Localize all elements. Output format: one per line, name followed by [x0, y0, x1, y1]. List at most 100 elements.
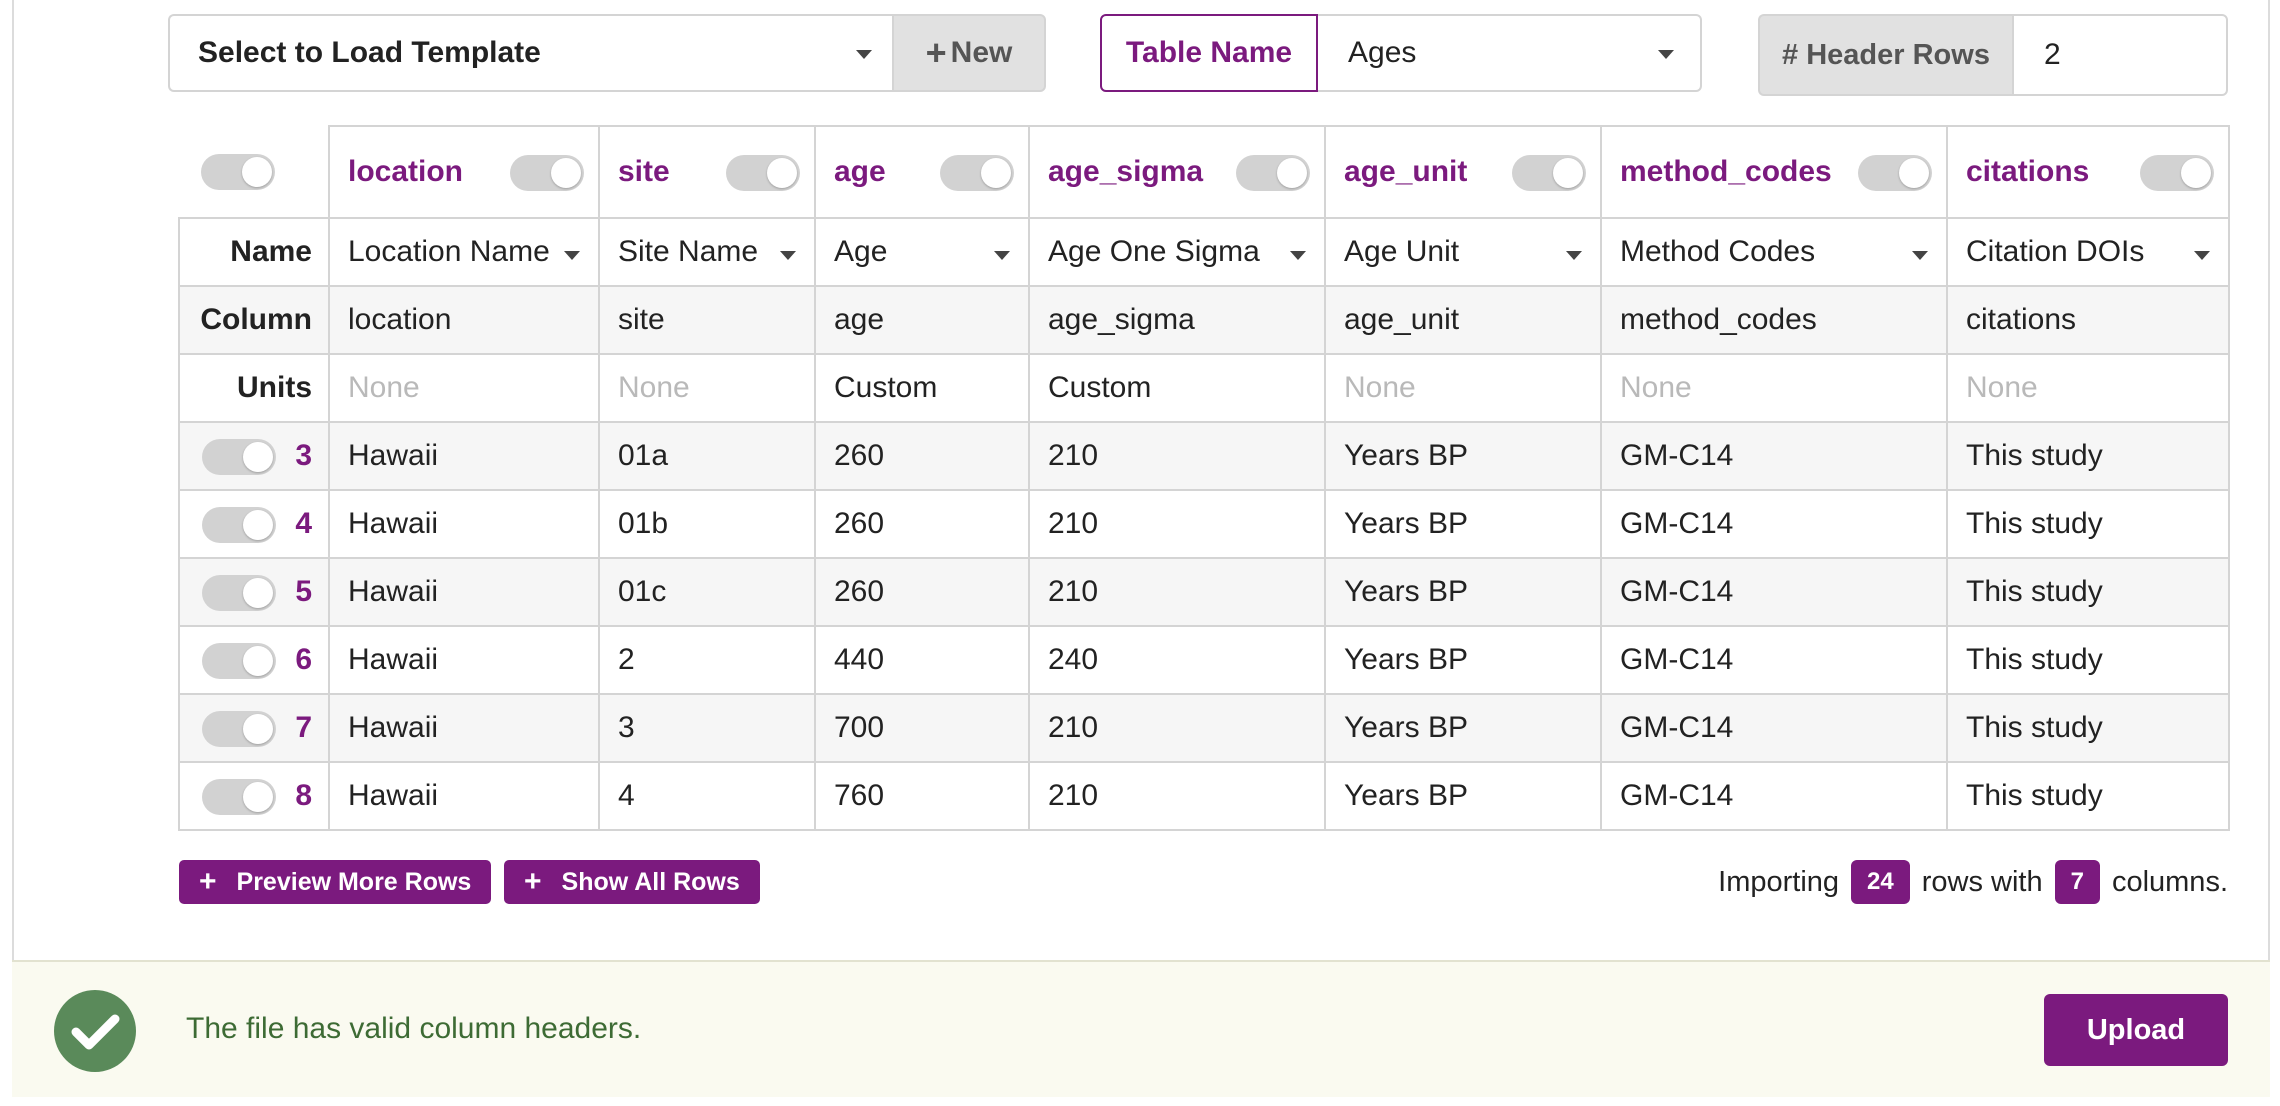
- name-select-value: Method Codes: [1620, 235, 1816, 268]
- units-cell[interactable]: Custom: [1028, 353, 1326, 423]
- name-select-value: Age: [834, 235, 888, 268]
- units-cell[interactable]: None: [1324, 353, 1602, 423]
- column-toggle-citations[interactable]: [2140, 155, 2214, 191]
- row-index-cell: 6: [178, 625, 330, 695]
- units-cell[interactable]: None: [1600, 353, 1948, 423]
- table-cell: Hawaii: [328, 625, 600, 695]
- column-header-label: method_codes: [1620, 155, 1832, 188]
- table-cell: 440: [814, 625, 1030, 695]
- table-cell: Years BP: [1324, 489, 1602, 559]
- column-cell: site: [598, 285, 816, 355]
- column-header-age-sigma: age_sigma: [1028, 125, 1326, 219]
- validation-message: The file has valid column headers.: [186, 1012, 642, 1045]
- column-toggle-age-unit[interactable]: [1512, 155, 1586, 191]
- toggle-all-switch[interactable]: [201, 154, 275, 190]
- table-name-select[interactable]: Ages: [1318, 14, 1702, 92]
- template-select-label: Select to Load Template: [198, 36, 541, 69]
- units-cell[interactable]: Custom: [814, 353, 1030, 423]
- row-index-cell: 5: [178, 557, 330, 627]
- table-cell: Hawaii: [328, 421, 600, 491]
- name-select-value: Site Name: [618, 235, 759, 268]
- column-header-method-codes: method_codes: [1600, 125, 1948, 219]
- column-cell: age_unit: [1324, 285, 1602, 355]
- preview-more-rows-button[interactable]: + Preview More Rows: [179, 860, 492, 904]
- chevron-down-icon: [1566, 251, 1582, 260]
- name-select-age[interactable]: Age: [814, 217, 1030, 287]
- column-header-label: age: [834, 155, 886, 188]
- column-toggle-age-sigma[interactable]: [1236, 155, 1310, 191]
- row-toggle-switch[interactable]: [202, 439, 276, 475]
- table-cell: 01b: [598, 489, 816, 559]
- table-cell: 01a: [598, 421, 816, 491]
- select-all-cell: [179, 126, 330, 219]
- name-row: Name Location Name Site Name Age Age One…: [178, 217, 2230, 287]
- table-name-label: Table Name: [1100, 14, 1318, 92]
- column-header-label: citations: [1966, 155, 2090, 188]
- chevron-down-icon: [2194, 251, 2210, 260]
- row-toggle-switch[interactable]: [202, 711, 276, 747]
- column-header-label: location: [348, 155, 464, 188]
- chevron-down-icon: [1912, 251, 1928, 260]
- import-preview-table: location site age age_sigma age_unit met…: [178, 125, 2230, 831]
- row-toggle-switch[interactable]: [202, 575, 276, 611]
- table-cell: 210: [1028, 421, 1326, 491]
- column-header-label: age_sigma: [1048, 155, 1204, 188]
- name-select-method-codes[interactable]: Method Codes: [1600, 217, 1948, 287]
- table-cell: Hawaii: [328, 761, 600, 831]
- row-index-cell: 4: [178, 489, 330, 559]
- units-cell[interactable]: None: [598, 353, 816, 423]
- import-summary: Importing 24 rows with 7 columns.: [1718, 858, 2228, 906]
- table-cell: Years BP: [1324, 421, 1602, 491]
- column-toggle-location[interactable]: [510, 155, 584, 191]
- row-toggle-switch[interactable]: [202, 779, 276, 815]
- column-cell: age_sigma: [1028, 285, 1326, 355]
- header-rows-input[interactable]: 2: [2012, 14, 2228, 96]
- column-header-row: location site age age_sigma age_unit met…: [179, 125, 2230, 219]
- name-select-citations[interactable]: Citation DOIs: [1946, 217, 2230, 287]
- row-index-cell: 8: [178, 761, 330, 831]
- template-select[interactable]: Select to Load Template: [168, 14, 892, 92]
- table-cell: 210: [1028, 693, 1326, 763]
- column-toggle-site[interactable]: [726, 155, 800, 191]
- row-number: 5: [295, 575, 312, 608]
- validation-footer: The file has valid column headers. Uploa…: [12, 960, 2270, 1097]
- table-cell: 4: [598, 761, 816, 831]
- summary-middle: rows with: [1921, 865, 2043, 898]
- column-row: Column location site age age_sigma age_u…: [178, 285, 2230, 355]
- row-toggle-switch[interactable]: [202, 643, 276, 679]
- name-select-site[interactable]: Site Name: [598, 217, 816, 287]
- table-row: 4 Hawaii 01b 260 210 Years BP GM-C14 This study: [178, 489, 2230, 559]
- column-count-badge: 7: [2054, 860, 2100, 904]
- table-cell: 210: [1028, 557, 1326, 627]
- table-cell: This study: [1946, 557, 2230, 627]
- column-toggle-age[interactable]: [940, 155, 1014, 191]
- table-cell: GM-C14: [1600, 693, 1948, 763]
- table-cell: This study: [1946, 693, 2230, 763]
- table-cell: 210: [1028, 761, 1326, 831]
- table-row: 6 Hawaii 2 440 240 Years BP GM-C14 This study: [178, 625, 2230, 695]
- name-select-location[interactable]: Location Name: [328, 217, 600, 287]
- chevron-down-icon: [1290, 251, 1306, 260]
- table-cell: 2: [598, 625, 816, 695]
- row-toggle-switch[interactable]: [202, 507, 276, 543]
- units-cell[interactable]: None: [1946, 353, 2230, 423]
- show-all-rows-button[interactable]: + Show All Rows: [504, 860, 760, 904]
- row-count-badge: 24: [1851, 860, 1910, 904]
- name-select-age-unit[interactable]: Age Unit: [1324, 217, 1602, 287]
- column-cell: location: [328, 285, 600, 355]
- table-cell: 260: [814, 557, 1030, 627]
- upload-button[interactable]: Upload: [2044, 994, 2228, 1066]
- name-select-age-sigma[interactable]: Age One Sigma: [1028, 217, 1326, 287]
- plus-icon: +: [524, 865, 542, 898]
- table-cell: Years BP: [1324, 693, 1602, 763]
- column-cell: citations: [1946, 285, 2230, 355]
- table-cell: This study: [1946, 421, 2230, 491]
- name-select-value: Age Unit: [1344, 235, 1460, 268]
- column-toggle-method-codes[interactable]: [1858, 155, 1932, 191]
- plus-icon: +: [199, 865, 217, 898]
- new-template-button[interactable]: + New: [892, 14, 1046, 92]
- row-index-cell: 7: [178, 693, 330, 763]
- table-cell: GM-C14: [1600, 489, 1948, 559]
- column-header-age-unit: age_unit: [1324, 125, 1602, 219]
- units-cell[interactable]: None: [328, 353, 600, 423]
